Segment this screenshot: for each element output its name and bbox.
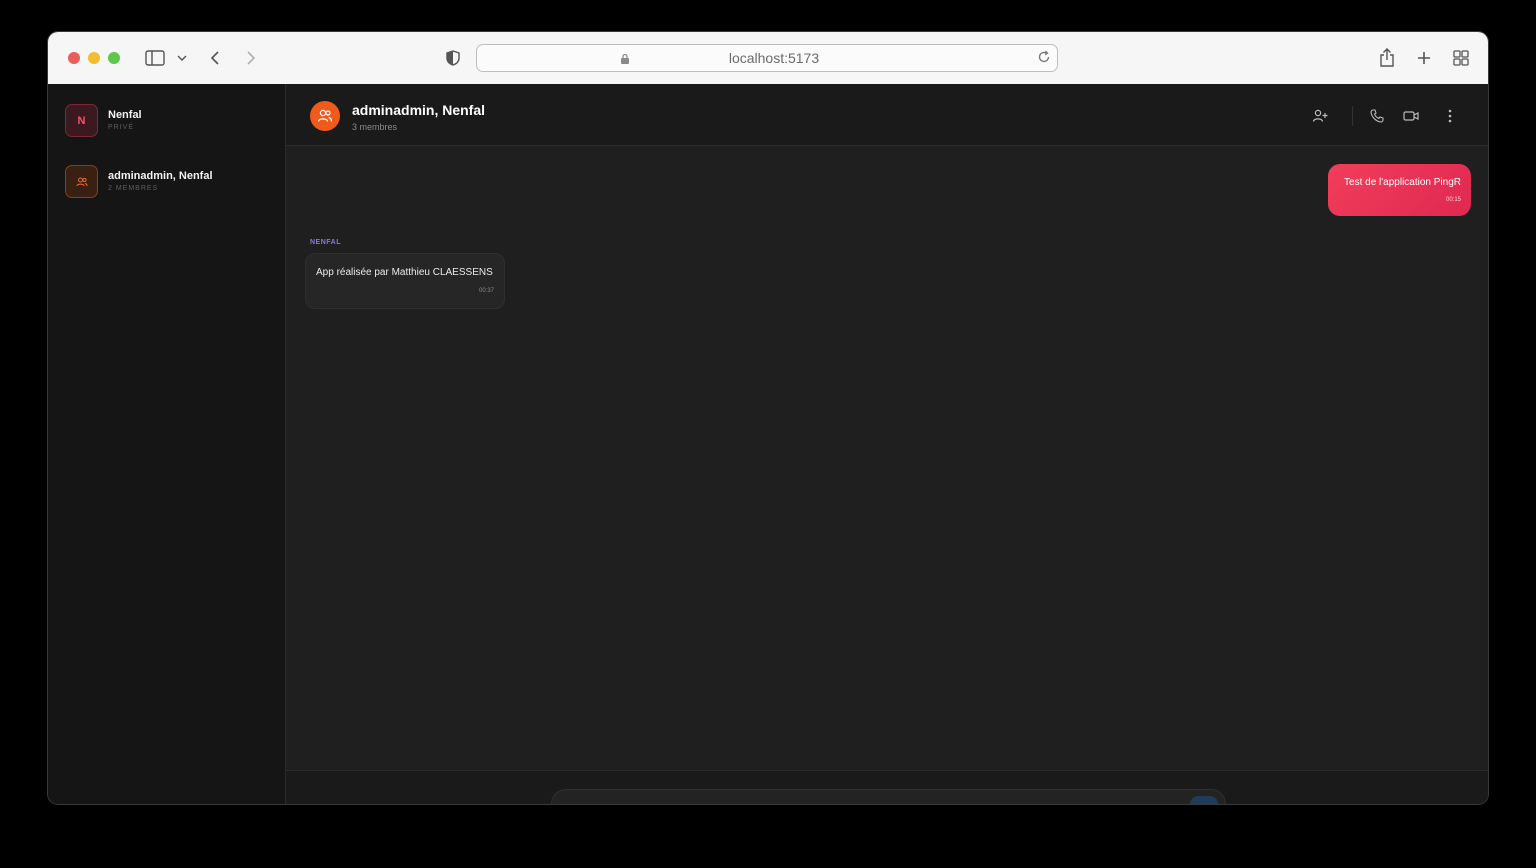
group-icon (310, 101, 340, 131)
more-vertical-icon[interactable] (1441, 107, 1459, 125)
browser-window: localhost:5173 N Nenfal PRIVÉ adminadmin… (48, 32, 1488, 804)
close-window-button[interactable] (68, 52, 80, 64)
conversation-members: 2 MEMBRES (108, 185, 159, 192)
message-outgoing[interactable]: Test de l'application PingR 00:15 (1328, 164, 1471, 216)
message-time: 00:15 (1445, 197, 1461, 203)
reload-icon[interactable] (1037, 50, 1051, 69)
video-icon[interactable] (1402, 107, 1420, 125)
back-icon[interactable] (205, 48, 225, 68)
send-button[interactable] (1190, 796, 1218, 804)
message-composer (286, 770, 1488, 804)
message-text: Test de l'application PingR (1344, 177, 1461, 188)
conversation-item-nenfal[interactable]: N Nenfal PRIVÉ (65, 104, 275, 138)
conversation-name: adminadmin, Nenfal (108, 170, 213, 182)
conversation-name: Nenfal (108, 109, 142, 121)
tab-overview-icon[interactable] (1451, 48, 1471, 68)
sidebar-toggle-icon[interactable] (145, 48, 165, 68)
share-icon[interactable] (1377, 48, 1397, 68)
message-sender: NENFAL (310, 239, 341, 246)
message-text: App réalisée par Matthieu CLAESSENS (316, 267, 493, 278)
forward-icon[interactable] (241, 48, 261, 68)
minimize-window-button[interactable] (88, 52, 100, 64)
header-divider (1352, 106, 1353, 126)
chat-header: adminadmin, Nenfal 3 membres (286, 84, 1488, 146)
address-bar[interactable]: localhost:5173 (476, 44, 1058, 72)
chat-title: adminadmin, Nenfal (352, 102, 486, 118)
conversation-sidebar: N Nenfal PRIVÉ adminadmin, Nenfal 2 MEMB… (48, 84, 286, 804)
privacy-shield-icon[interactable] (443, 48, 463, 68)
url-text: localhost:5173 (728, 50, 820, 66)
avatar: N (65, 104, 98, 137)
zoom-window-button[interactable] (108, 52, 120, 64)
user-plus-icon[interactable] (1311, 107, 1329, 125)
conversation-item-group[interactable]: adminadmin, Nenfal 2 MEMBRES (65, 165, 275, 199)
message-incoming[interactable]: App réalisée par Matthieu CLAESSENS 00:3… (305, 253, 505, 309)
chevron-down-icon[interactable] (172, 48, 192, 68)
conversation-type: PRIVÉ (108, 124, 135, 131)
phone-icon[interactable] (1368, 107, 1386, 125)
browser-toolbar: localhost:5173 (48, 32, 1488, 85)
message-time: 00:37 (478, 288, 494, 294)
chat-member-count: 3 membres (352, 122, 398, 132)
message-input[interactable] (551, 789, 1226, 804)
new-tab-icon[interactable] (1414, 48, 1434, 68)
chat-panel: adminadmin, Nenfal 3 membres Test de l'a… (286, 84, 1488, 804)
group-icon (65, 165, 98, 198)
